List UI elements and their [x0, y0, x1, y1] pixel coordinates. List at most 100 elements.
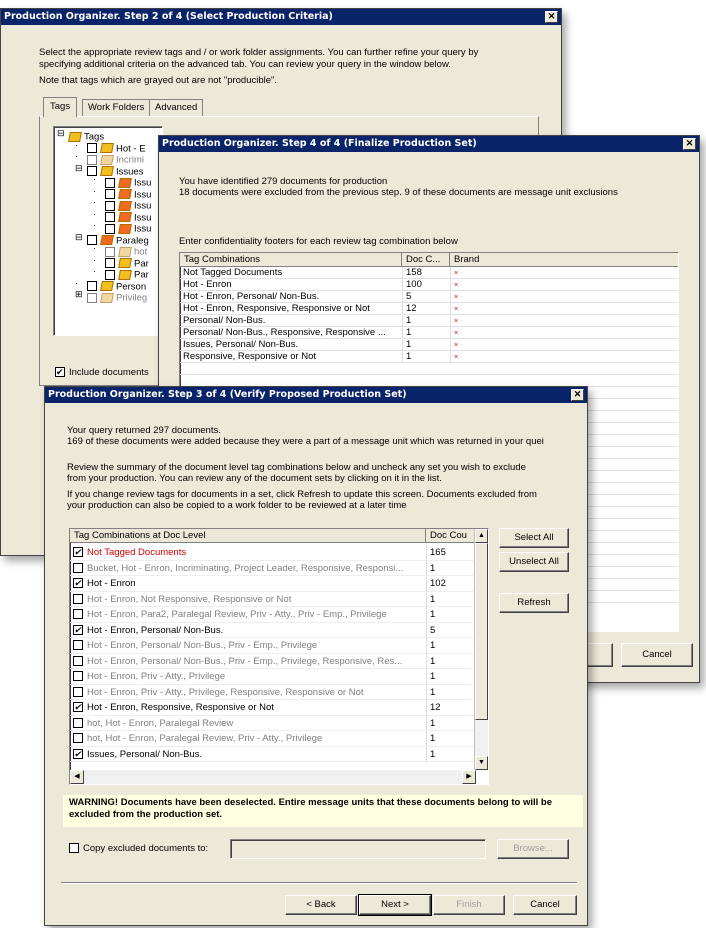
scroll-down-icon[interactable]: ▼	[475, 756, 488, 770]
checkbox-icon[interactable]	[73, 748, 83, 759]
close-icon[interactable]: ✕	[545, 11, 558, 23]
checkbox-icon[interactable]	[73, 593, 83, 604]
checkbox-icon[interactable]	[73, 609, 83, 620]
table-row[interactable]: Issues, Personal/ Non-Bus. 1 ×	[180, 339, 678, 352]
doc-count-cell: 5	[402, 291, 450, 303]
required-marker-icon: ×	[454, 306, 459, 313]
checkbox-icon[interactable]	[73, 547, 83, 558]
table-row[interactable]: Not Tagged Documents 158 ×	[180, 267, 678, 280]
table-row[interactable]: Hot - Enron, Personal/ Non-Bus. 5 ×	[180, 291, 678, 304]
table-row[interactable]: Hot - Enron, Para2, Paralegal Review, Pr…	[70, 607, 488, 623]
cancel-button[interactable]: Cancel	[621, 643, 693, 667]
expand-icon[interactable]: ⊟	[75, 163, 87, 175]
doc-count-cell: 1	[426, 746, 474, 762]
column-header-brand[interactable]: Brand	[450, 253, 678, 267]
tree-item[interactable]: · Issu	[57, 209, 162, 224]
table-row[interactable]: Hot - Enron, Priv - Atty., Privilege, Re…	[70, 684, 488, 700]
tab-advanced[interactable]: Advanced	[149, 99, 204, 116]
tree-item[interactable]: · Incrimi	[57, 151, 162, 166]
checkbox-icon[interactable]	[73, 702, 83, 713]
cancel-button[interactable]: Cancel	[513, 895, 577, 915]
tree-item[interactable]: · hot	[57, 243, 162, 258]
table-row[interactable]: Hot - Enron, Not Responsive, Responsive …	[70, 591, 488, 607]
table-row[interactable]: Hot - Enron, Personal/ Non-Bus.5	[70, 622, 488, 638]
tree-item[interactable]: · Person	[57, 278, 162, 293]
table-row[interactable]: Hot - Enron, Personal/ Non-Bus., Priv - …	[70, 653, 488, 669]
table-row[interactable]: Hot - Enron102	[70, 576, 488, 592]
table-row[interactable]: Bucket, Hot - Enron, Incriminating, Proj…	[70, 560, 488, 576]
table-row[interactable]: Personal/ Non-Bus. 1 ×	[180, 315, 678, 328]
table-row[interactable]: Hot - Enron, Responsive, Responsive or N…	[70, 700, 488, 716]
column-header-tag[interactable]: Tag Combinations	[180, 253, 402, 267]
unselect-all-button[interactable]: Unselect All	[499, 552, 569, 572]
column-header-count[interactable]: Doc C...	[402, 253, 450, 267]
checkbox-icon[interactable]	[73, 671, 83, 682]
copy-excluded-checkbox[interactable]: Copy excluded documents to:	[69, 843, 208, 854]
tree-item[interactable]: · Hot - E	[57, 140, 162, 155]
close-icon[interactable]: ✕	[683, 138, 696, 150]
work-folder-field[interactable]	[230, 839, 486, 859]
table-row[interactable]: Not Tagged Documents165	[70, 545, 488, 561]
checkbox-icon[interactable]	[87, 292, 97, 303]
expand-icon[interactable]: ⊟	[57, 128, 69, 140]
tree-item[interactable]: ⊟ Issues	[57, 163, 162, 178]
tree-item[interactable]: ⊞ Privileg	[57, 289, 162, 304]
step3-query-returned: Your query returned 297 documents.	[67, 425, 221, 436]
tag-combinations-table[interactable]: Tag Combinations at Doc Level Doc Cou No…	[69, 528, 489, 785]
back-button[interactable]: < Back	[285, 895, 357, 915]
tab-work-folders[interactable]: Work Folders	[82, 99, 151, 116]
vertical-scrollbar[interactable]: ▲ ▼	[474, 529, 488, 770]
warning-banner: WARNING! Documents have been deselected.…	[63, 795, 583, 827]
tag-combination-cell: Hot - Enron, Priv - Atty., Privilege	[70, 669, 426, 685]
scroll-thumb[interactable]	[475, 543, 488, 720]
table-row[interactable]: hot, Hot - Enron, Paralegal Review, Priv…	[70, 731, 488, 747]
checkbox-icon[interactable]	[73, 733, 83, 744]
checkbox-icon[interactable]	[73, 717, 83, 728]
tree-item[interactable]: ⊟ Paraleg	[57, 232, 162, 247]
step3-message-unit-text: 169 of these documents were added becaus…	[67, 436, 544, 447]
checkbox-icon[interactable]	[73, 640, 83, 651]
doc-count-cell: 5	[426, 622, 474, 638]
required-marker-icon: ×	[454, 294, 459, 301]
tree-item[interactable]: · Issu	[57, 186, 162, 201]
tag-combination-cell: Hot - Enron, Responsive, Responsive or N…	[70, 700, 426, 716]
table-row[interactable]: Responsive, Responsive or Not 1 ×	[180, 351, 678, 364]
table-row[interactable]: hot, Hot - Enron, Paralegal Review 1	[70, 715, 488, 731]
doc-count-cell: 1	[426, 607, 474, 623]
checkbox-icon[interactable]	[73, 562, 83, 573]
table-row[interactable]: Hot - Enron 100 ×	[180, 279, 678, 292]
column-header-doc-count[interactable]: Doc Cou	[426, 529, 474, 543]
include-documents-checkbox[interactable]: Include documents	[55, 367, 149, 378]
scroll-right-icon[interactable]: ▶	[462, 770, 476, 784]
checkbox-icon[interactable]	[73, 655, 83, 666]
finish-button[interactable]: Finish	[433, 895, 505, 915]
tree-item[interactable]: ⊟ Tags	[57, 128, 162, 143]
tree-item[interactable]: · Issu	[57, 220, 162, 235]
next-button[interactable]: Next >	[358, 894, 432, 916]
table-row[interactable]: Hot - Enron, Responsive, Responsive or N…	[180, 303, 678, 316]
tree-connector: ·	[93, 220, 96, 230]
checkbox-icon[interactable]	[73, 686, 83, 697]
table-row[interactable]: Hot - Enron, Priv - Atty., Privilege 1	[70, 669, 488, 685]
tree-item[interactable]: · Par	[57, 255, 162, 270]
horizontal-scrollbar[interactable]: ◀ ▶	[70, 770, 476, 784]
tree-item[interactable]: · Issu	[57, 174, 162, 189]
refresh-button[interactable]: Refresh	[499, 593, 569, 613]
expand-icon[interactable]: ⊟	[75, 232, 87, 244]
select-all-button[interactable]: Select All	[499, 528, 569, 548]
step4-excluded-text: 18 documents were excluded from the prev…	[179, 187, 618, 198]
expand-icon[interactable]: ⊞	[75, 289, 87, 301]
column-header-tag-combinations[interactable]: Tag Combinations at Doc Level	[70, 529, 426, 543]
scroll-up-icon[interactable]: ▲	[475, 529, 488, 543]
table-row[interactable]: Hot - Enron, Personal/ Non-Bus., Priv - …	[70, 638, 488, 654]
table-row[interactable]: Personal/ Non-Bus., Responsive, Responsi…	[180, 327, 678, 340]
scroll-left-icon[interactable]: ◀	[70, 770, 84, 784]
tree-item[interactable]: · Par	[57, 266, 162, 281]
checkbox-icon[interactable]	[73, 578, 83, 589]
table-row[interactable]: Issues, Personal/ Non-Bus.1	[70, 746, 488, 762]
checkbox-icon[interactable]	[73, 624, 83, 635]
browse-button[interactable]: Browse...	[497, 839, 569, 859]
close-icon[interactable]: ✕	[571, 389, 584, 401]
tree-item[interactable]: · Issu	[57, 197, 162, 212]
tab-tags[interactable]: Tags	[43, 97, 78, 117]
